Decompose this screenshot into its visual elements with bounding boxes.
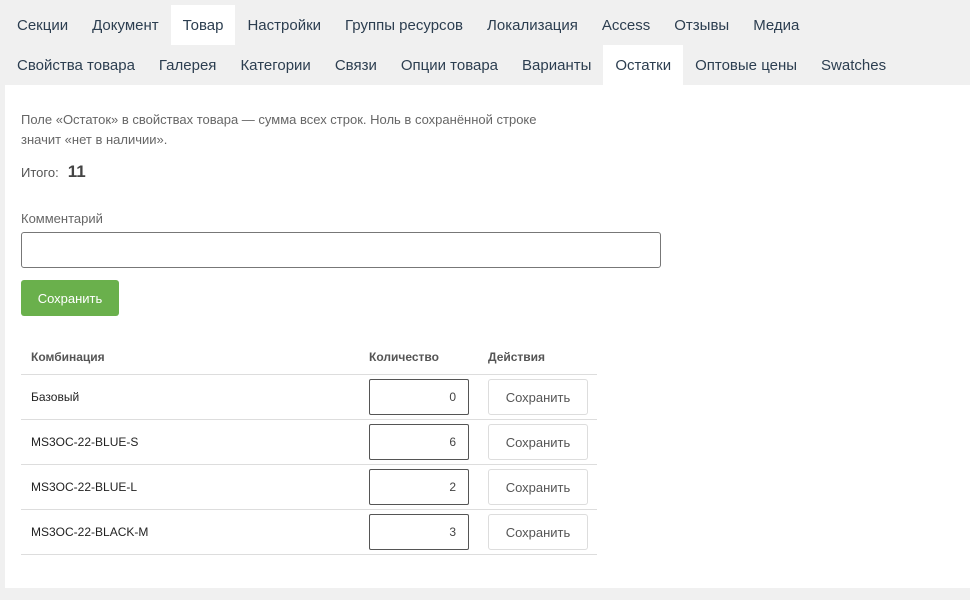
tab-categories[interactable]: Категории [228, 45, 322, 85]
tab-product-properties[interactable]: Свойства товара [5, 45, 147, 85]
quantity-input[interactable] [369, 379, 469, 415]
stock-table: Комбинация Количество Действия Базовый С… [21, 340, 597, 555]
table-row: Базовый Сохранить [21, 375, 597, 420]
tab-settings[interactable]: Настройки [235, 5, 333, 45]
tab-wholesale-prices[interactable]: Оптовые цены [683, 45, 809, 85]
stock-panel: Поле «Остаток» в свойствах товара — сумм… [5, 85, 970, 588]
row-save-button[interactable]: Сохранить [488, 469, 588, 505]
column-header-combination: Комбинация [31, 350, 105, 364]
quantity-input[interactable] [369, 424, 469, 460]
table-row: MS3OC-22-BLACK-M Сохранить [21, 510, 597, 555]
stock-description: Поле «Остаток» в свойствах товара — сумм… [21, 112, 537, 147]
combination-name: MS3OC-22-BLACK-M [31, 525, 149, 539]
tab-localization[interactable]: Локализация [475, 5, 590, 45]
tab-gallery[interactable]: Галерея [147, 45, 229, 85]
tab-swatches[interactable]: Swatches [809, 45, 898, 85]
column-header-quantity: Количество [369, 350, 439, 364]
table-row: MS3OC-22-BLUE-S Сохранить [21, 420, 597, 465]
column-header-actions: Действия [488, 350, 546, 364]
tab-reviews[interactable]: Отзывы [662, 5, 741, 45]
quantity-input[interactable] [369, 514, 469, 550]
quantity-input[interactable] [369, 469, 469, 505]
table-header: Комбинация Количество Действия [21, 340, 597, 375]
total-label: Итого: [21, 165, 59, 180]
row-save-button[interactable]: Сохранить [488, 379, 588, 415]
tab-stock[interactable]: Остатки [603, 45, 684, 85]
tab-variants[interactable]: Варианты [510, 45, 603, 85]
tab-sections[interactable]: Секции [5, 5, 80, 45]
tab-media[interactable]: Медиа [741, 5, 811, 45]
comment-input[interactable] [21, 232, 661, 268]
comment-label: Комментарий [21, 211, 103, 226]
tab-document[interactable]: Документ [80, 5, 171, 45]
tab-links[interactable]: Связи [323, 45, 389, 85]
total-value: 11 [67, 162, 86, 181]
tab-access[interactable]: Access [590, 5, 662, 45]
combination-name: MS3OC-22-BLUE-S [31, 435, 139, 449]
tab-product-options[interactable]: Опции товара [389, 45, 510, 85]
row-save-button[interactable]: Сохранить [488, 424, 588, 460]
total-summary: Итого: 11 [21, 162, 86, 182]
tab-resource-groups[interactable]: Группы ресурсов [333, 5, 475, 45]
sub-tab-bar: Свойства товара Галерея Категории Связи … [5, 45, 898, 85]
top-tab-bar: Секции Документ Товар Настройки Группы р… [5, 5, 811, 45]
row-save-button[interactable]: Сохранить [488, 514, 588, 550]
table-row: MS3OC-22-BLUE-L Сохранить [21, 465, 597, 510]
combination-name: Базовый [31, 390, 80, 404]
save-button[interactable]: Сохранить [21, 280, 119, 316]
combination-name: MS3OC-22-BLUE-L [31, 480, 138, 494]
tab-product[interactable]: Товар [170, 5, 236, 45]
